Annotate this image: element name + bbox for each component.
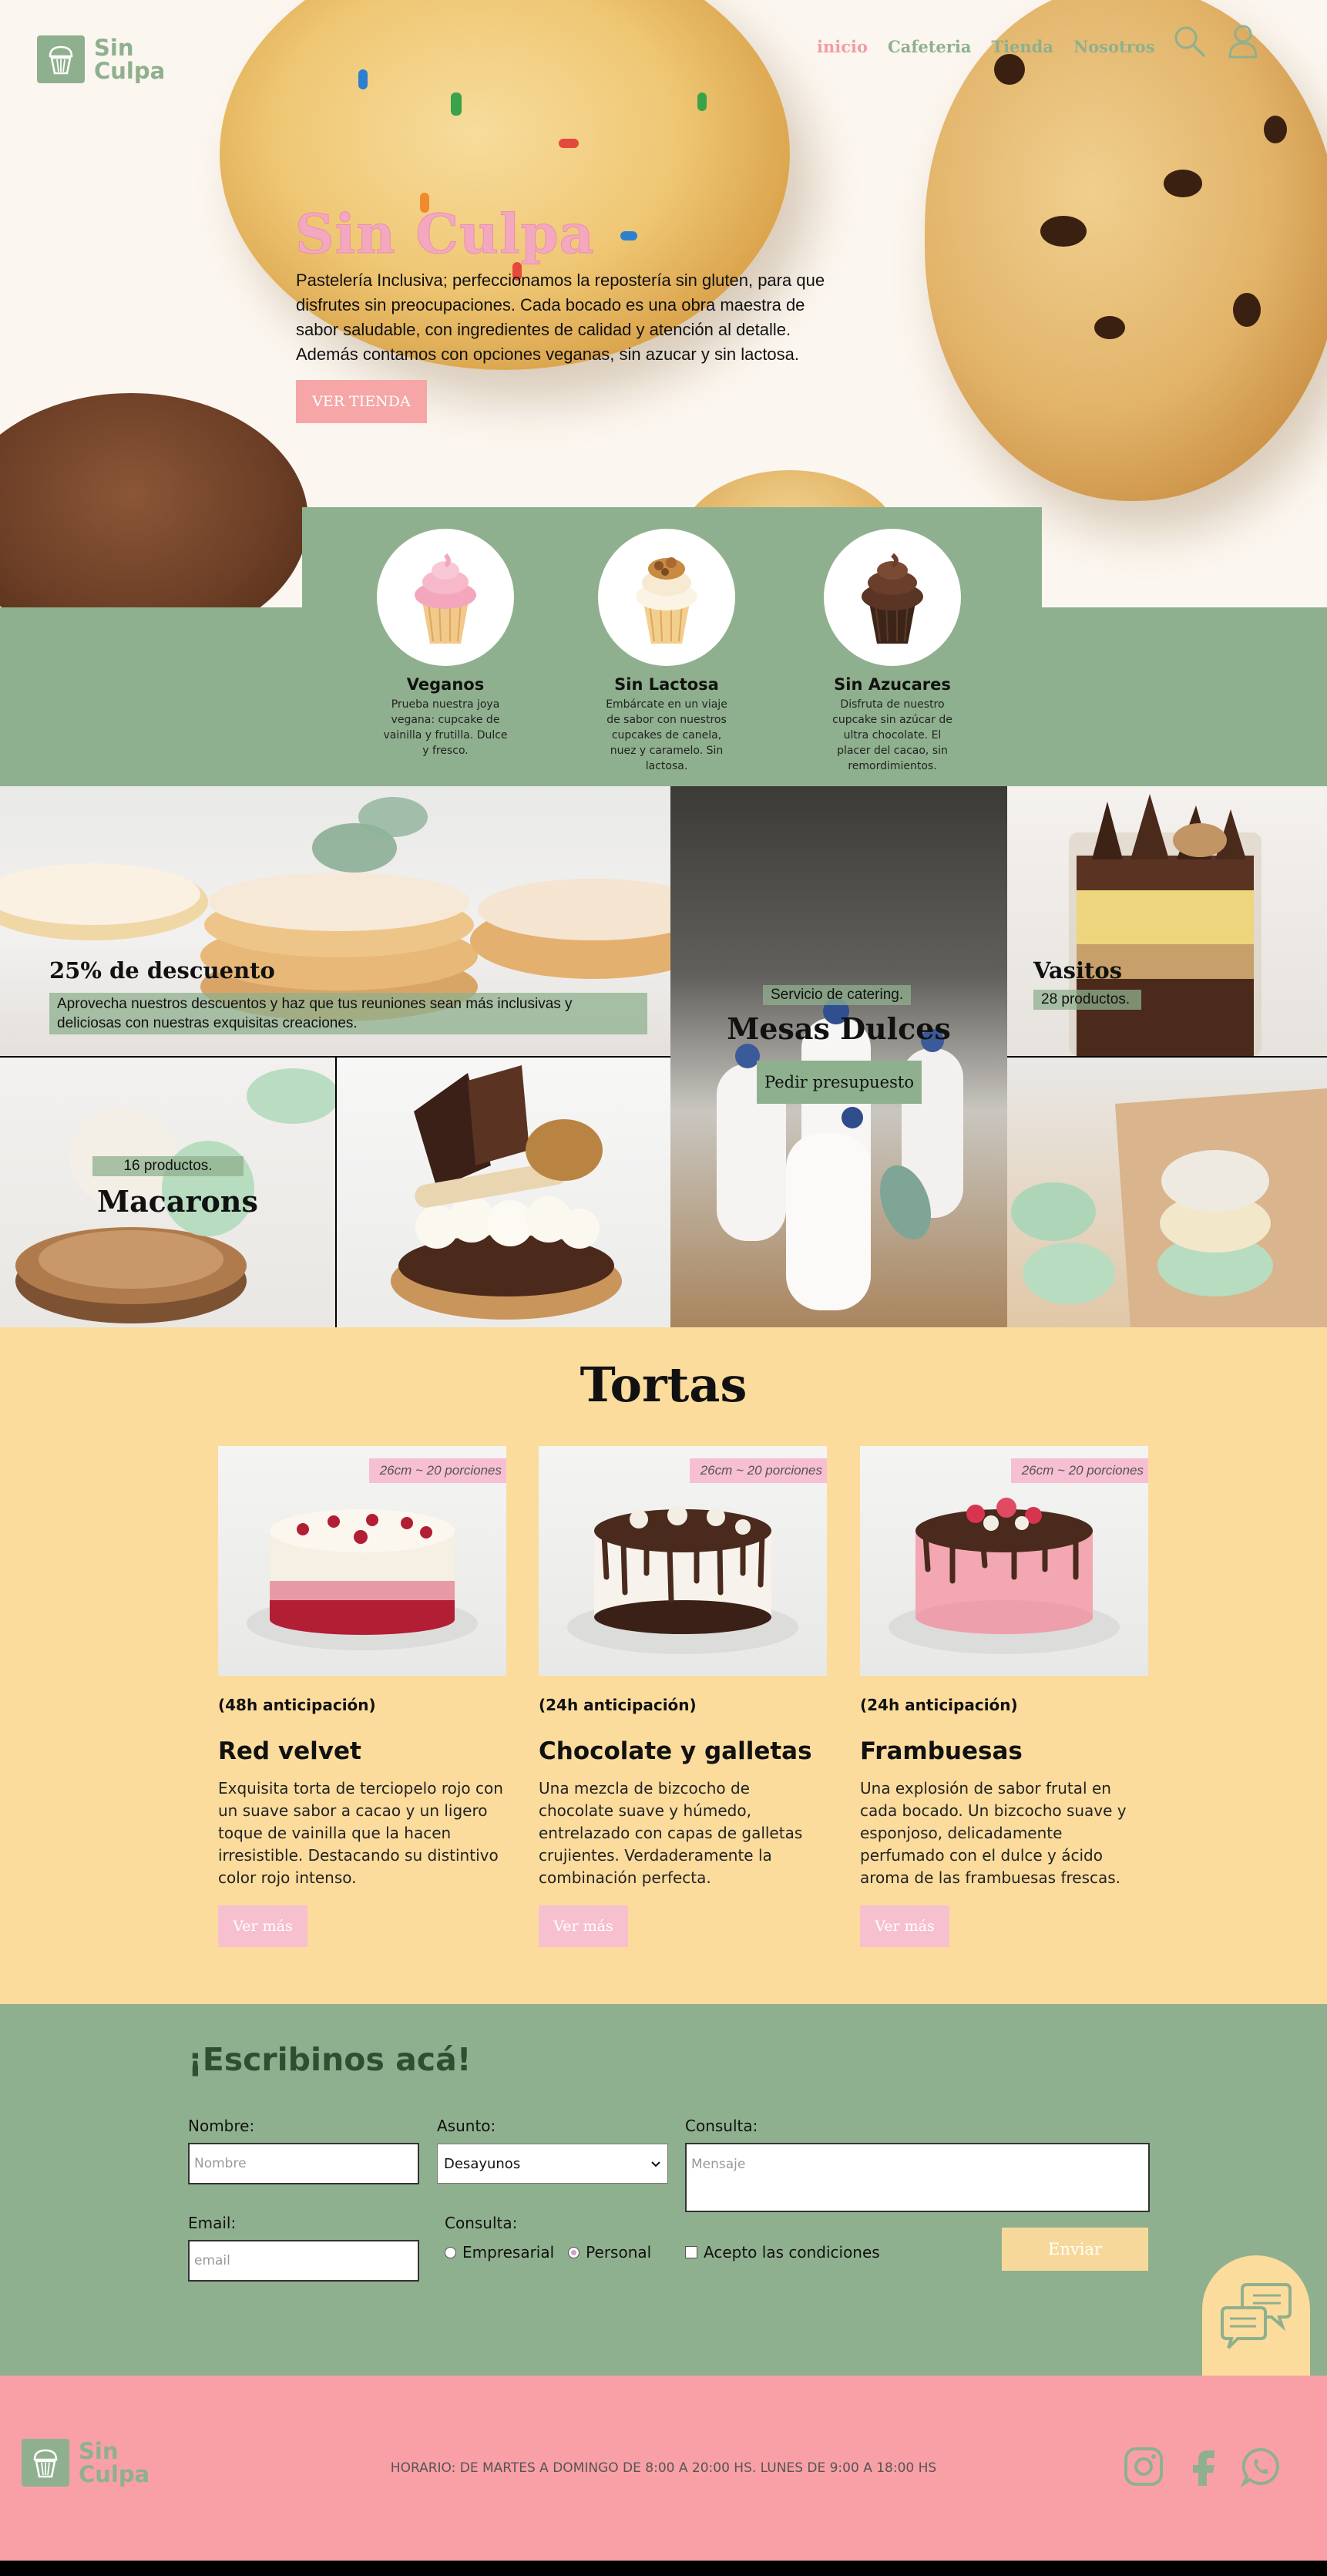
enviar-button[interactable]: Enviar (1002, 2228, 1148, 2271)
radio-empresarial[interactable] (445, 2246, 456, 2258)
tortas-title: Tortas (580, 1357, 747, 1413)
brand-name-line1: Sin (94, 35, 134, 61)
conditions-row: Acepto las condiciones (685, 2243, 880, 2262)
red-velvet-cake-image: 26cm ~ 20 porciones (218, 1446, 506, 1676)
card-description: Exquisita torta de terciopelo rojo con u… (218, 1779, 503, 1887)
nav-item-cafeteria[interactable]: Cafeteria (888, 37, 971, 56)
asunto-selected-value: Desayunos (444, 2155, 521, 2172)
chocolate-cookies-cake-image: 26cm ~ 20 porciones (539, 1446, 827, 1676)
category-gallery: 25% de descuento Aprovecha nuestros desc… (0, 786, 1327, 1327)
vasitos-tag: 28 productos. (1033, 990, 1141, 1010)
nav-item-inicio[interactable]: inicio (817, 37, 868, 56)
footer: Sin Culpa HORARIO: DE MARTES A DOMINGO D… (0, 2376, 1327, 2561)
nav-item-tienda[interactable]: Tienda (991, 37, 1053, 56)
hero-description: Pastelería Inclusiva; perfeccionamos la … (296, 271, 825, 364)
cupcake-logo-icon (37, 35, 85, 83)
feature-description: Disfruta de nuestro cupcake sin azúcar d… (832, 698, 952, 772)
size-badge: 26cm ~ 20 porciones (689, 1458, 827, 1483)
macarons-tile[interactable]: 16 productos. Macarons (0, 1058, 335, 1327)
feature-title: Sin Lactosa (614, 675, 719, 694)
radio-label-empresarial: Empresarial (462, 2243, 555, 2262)
whatsapp-icon[interactable] (1238, 2443, 1284, 2490)
user-icon[interactable] (1224, 22, 1262, 60)
mesas-title: Mesas Dulces (727, 1011, 951, 1046)
card-description: Una mezcla de bizcocho de chocolate suav… (539, 1779, 803, 1887)
tipo-consulta-label: Consulta: (445, 2214, 518, 2232)
chocolate-chip-cookie-image (925, 0, 1327, 501)
tortas-section: Tortas 26cm ~ 20 porciones (48h anticipa… (0, 1327, 1327, 2004)
conditions-checkbox[interactable] (685, 2246, 697, 2258)
ver-mas-button[interactable]: Ver más (218, 1905, 307, 1947)
pink-cupcake-icon (377, 529, 514, 666)
chocolate-cupcake-icon (824, 529, 961, 666)
feature-description: Prueba nuestra joya vegana: cupcake de v… (383, 698, 508, 757)
nombre-label: Nombre: (188, 2117, 255, 2135)
radio-personal[interactable] (568, 2246, 580, 2258)
contact-section: ¡Escribinos acá! Nombre: Asunto: Desayun… (0, 2004, 1327, 2376)
brand-name-line1: Sin (79, 2438, 119, 2464)
brand-name-line2: Culpa (94, 58, 166, 84)
descuento-text: Aprovecha nuestros descuentos y haz que … (49, 993, 647, 1034)
ver-mas-button[interactable]: Ver más (860, 1905, 949, 1947)
chat-icon (1221, 2283, 1292, 2349)
raspberry-cake-image: 26cm ~ 20 porciones (860, 1446, 1148, 1676)
size-badge: 26cm ~ 20 porciones (1010, 1458, 1148, 1483)
vasitos-tile[interactable]: Vasitos 28 productos. (1007, 786, 1327, 1056)
size-badge: 26cm ~ 20 porciones (368, 1458, 506, 1483)
hero-title: Sin Culpa (295, 202, 595, 267)
email-label: Email: (188, 2214, 237, 2232)
feature-title: Sin Azucares (834, 675, 951, 694)
tipo-consulta-radios: Empresarial Personal (445, 2243, 651, 2262)
feature-veganos: Veganos Prueba nuestra joya vegana: cupc… (372, 529, 519, 758)
instagram-icon[interactable] (1120, 2443, 1167, 2490)
card-title: Chocolate y galletas (539, 1737, 812, 1765)
feature-sin-azucares: Sin Azucares Disfruta de nuestro cupcake… (819, 529, 966, 774)
consulta-label: Consulta: (685, 2117, 758, 2135)
ver-tienda-button[interactable]: VER TIENDA (296, 380, 427, 423)
brown-cookie-image (0, 393, 308, 609)
card-title: Frambuesas (860, 1737, 1023, 1765)
main-nav: inicio Cafeteria Tienda Nosotros (817, 37, 1155, 56)
macarons-tag: 16 productos. (92, 1156, 244, 1176)
conditions-label: Acepto las condiciones (704, 2243, 880, 2262)
radio-label-personal: Personal (586, 2243, 652, 2262)
mesas-tag: Servicio de catering. (763, 985, 912, 1005)
asunto-label: Asunto: (437, 2117, 496, 2135)
alfajor-image (337, 1058, 670, 1327)
torta-card-red-velvet: 26cm ~ 20 porciones (48h anticipación) R… (218, 1446, 506, 1947)
consulta-textarea[interactable] (685, 2143, 1150, 2212)
feature-description: Embárcate en un viaje de sabor con nuest… (606, 698, 727, 772)
card-title: Red velvet (218, 1737, 361, 1765)
descuento-tile[interactable]: 25% de descuento Aprovecha nuestros desc… (0, 786, 670, 1056)
card-advance-notice: (24h anticipación) (539, 1696, 697, 1714)
caramel-cupcake-icon (598, 529, 735, 666)
contact-title: ¡Escribinos acá! (188, 2041, 472, 2078)
card-advance-notice: (24h anticipación) (860, 1696, 1018, 1714)
brand-logo[interactable]: Sin Culpa (37, 35, 165, 83)
asunto-select[interactable]: Desayunos (437, 2144, 668, 2184)
card-description: Una explosión de sabor frutal en cada bo… (860, 1779, 1127, 1887)
chevron-down-icon (650, 2156, 661, 2172)
vasitos-title: Vasitos (1033, 957, 1123, 984)
torta-card-chocolate-galletas: 26cm ~ 20 porciones (24h anticipación) C… (539, 1446, 827, 1947)
email-input[interactable] (188, 2240, 419, 2282)
macarons-stack-image (1007, 1058, 1327, 1327)
mesas-dulces-tile[interactable]: Servicio de catering. Mesas Dulces Pedir… (670, 786, 1007, 1327)
torta-card-frambuesas: 26cm ~ 20 porciones (24h anticipación) F… (860, 1446, 1148, 1947)
ver-mas-button[interactable]: Ver más (539, 1905, 628, 1947)
nav-item-nosotros[interactable]: Nosotros (1073, 37, 1155, 56)
pedir-presupuesto-button[interactable]: Pedir presupuesto (757, 1061, 922, 1104)
macarons-title: Macarons (97, 1184, 258, 1219)
feature-sin-lactosa: Sin Lactosa Embárcate en un viaje de sab… (593, 529, 740, 774)
facebook-icon[interactable] (1181, 2443, 1227, 2490)
feature-title: Veganos (406, 675, 485, 694)
descuento-title: 25% de descuento (49, 957, 275, 984)
chat-button[interactable] (1202, 2255, 1310, 2376)
nombre-input[interactable] (188, 2143, 419, 2184)
search-icon[interactable] (1170, 22, 1208, 60)
card-advance-notice: (48h anticipación) (218, 1696, 376, 1714)
